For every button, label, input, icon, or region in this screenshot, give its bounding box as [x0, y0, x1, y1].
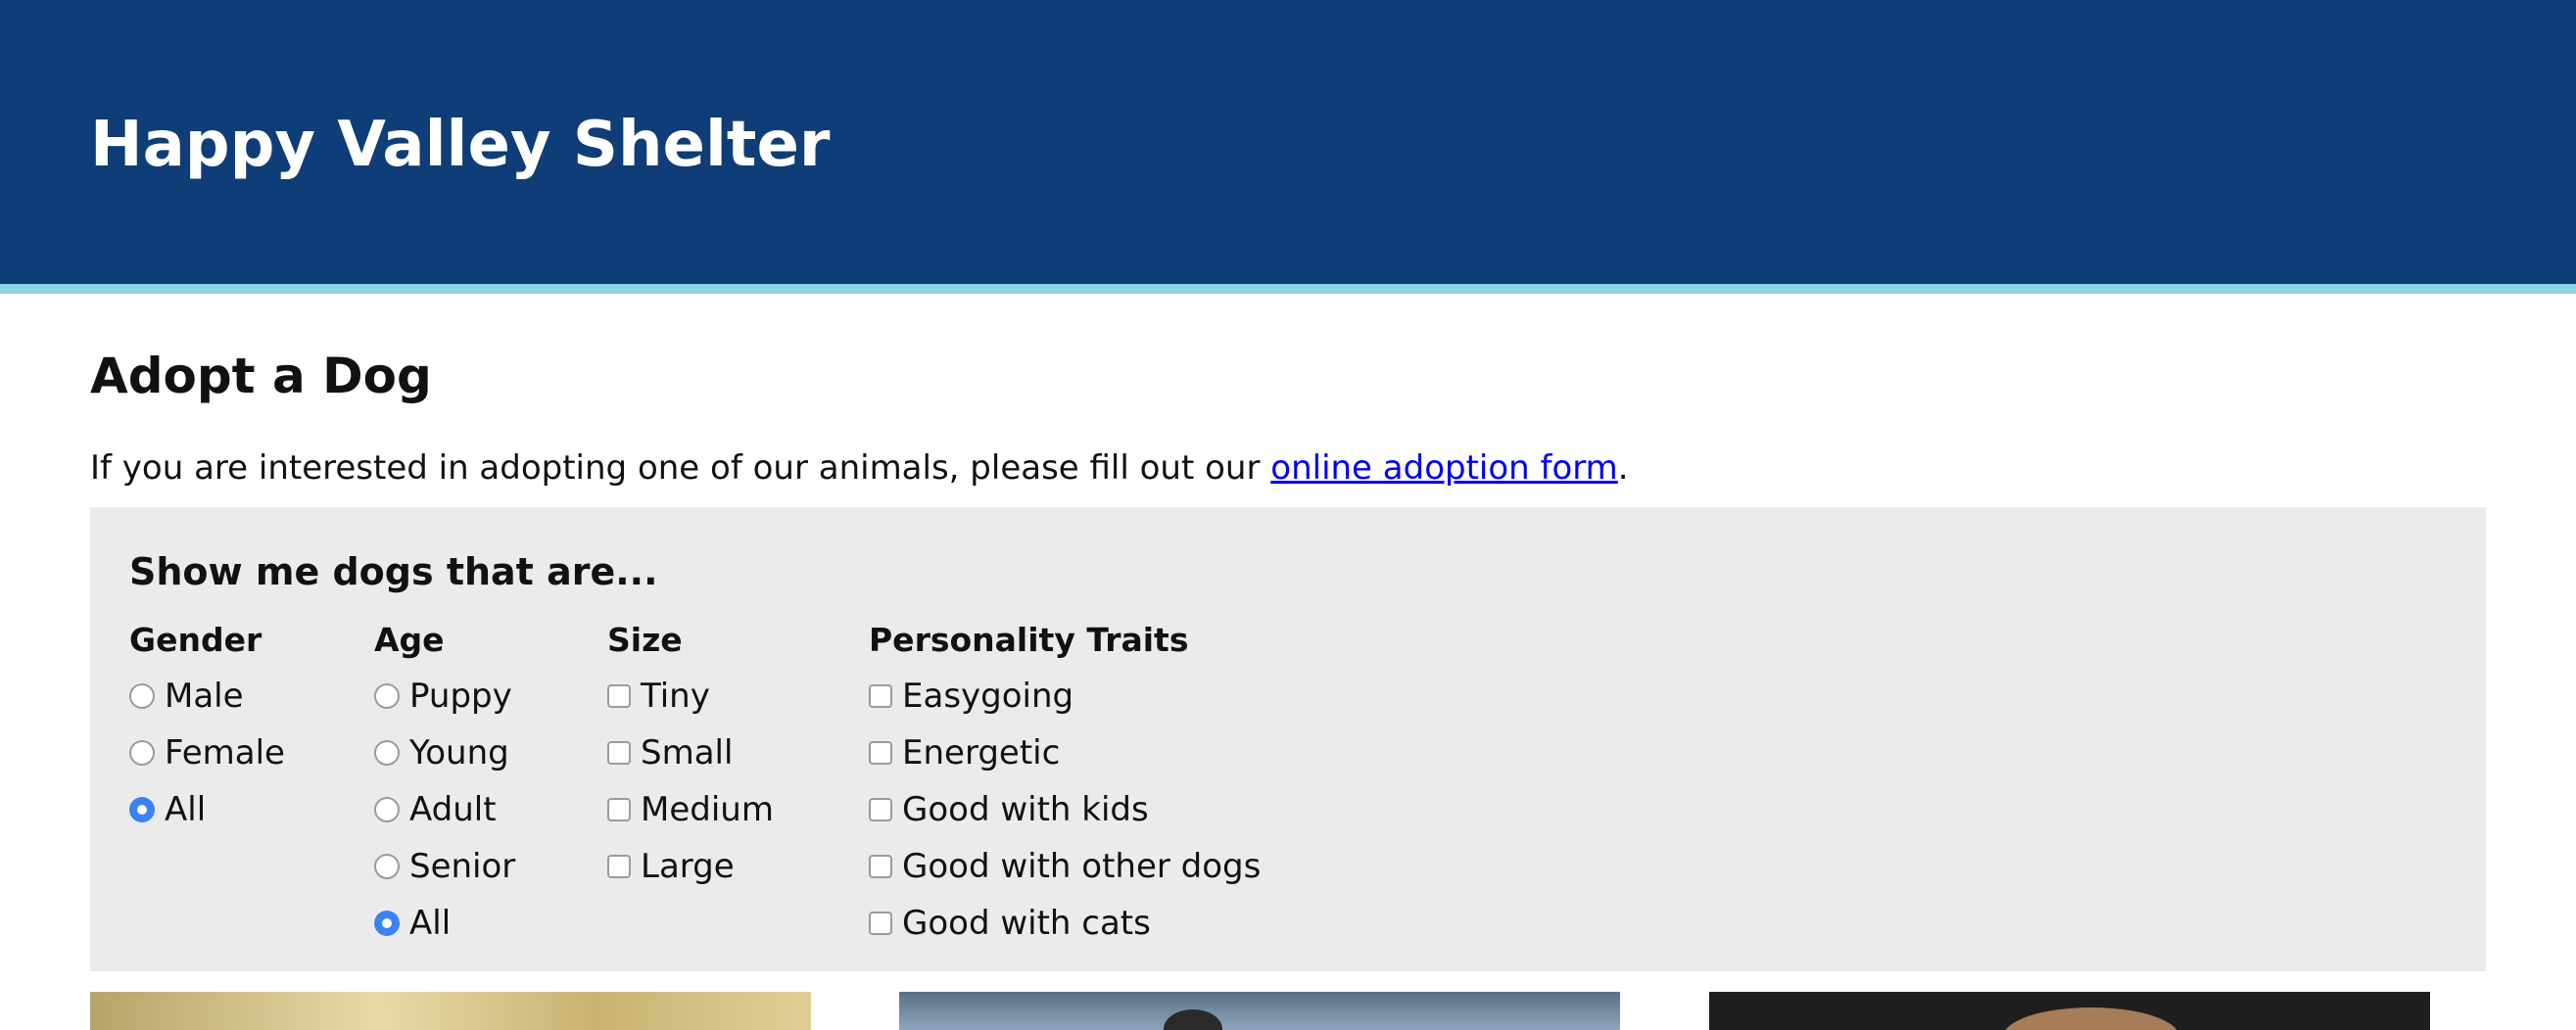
gender-option-female[interactable]: Female [129, 725, 285, 781]
gender-filter-group: Gender Male Female All [129, 617, 285, 838]
option-label: Large [641, 847, 735, 886]
intro-text-before: If you are interested in adopting one of… [90, 448, 1271, 488]
size-filter-group: Size Tiny Small Medium Large [607, 617, 774, 895]
radio-button[interactable] [129, 740, 155, 766]
trait-option-good-with-other-dogs[interactable]: Good with other dogs [869, 838, 1261, 895]
checkbox[interactable] [869, 798, 892, 821]
adoption-form-link[interactable]: online adoption form [1270, 448, 1618, 488]
age-option-adult[interactable]: Adult [374, 781, 515, 838]
option-label: Easygoing [902, 677, 1074, 716]
age-label: Age [374, 621, 445, 659]
trait-option-good-with-cats[interactable]: Good with cats [869, 895, 1261, 952]
site-title: Happy Valley Shelter [90, 109, 831, 181]
option-label: Good with cats [902, 904, 1151, 943]
personality-label: Personality Traits [869, 621, 1189, 659]
age-filter-group: Age Puppy Young Adult Senior All [374, 617, 515, 952]
gender-label: Gender [129, 621, 262, 659]
site-header: Happy Valley Shelter [0, 0, 2576, 294]
option-label: Energetic [902, 733, 1061, 772]
option-label: Male [165, 677, 244, 716]
checkbox[interactable] [607, 855, 631, 878]
intro-text-after: . [1617, 448, 1629, 488]
size-option-tiny[interactable]: Tiny [607, 668, 774, 725]
trait-option-good-with-kids[interactable]: Good with kids [869, 781, 1261, 838]
radio-button[interactable] [374, 854, 400, 879]
radio-button[interactable] [374, 683, 400, 709]
size-option-large[interactable]: Large [607, 838, 774, 895]
radio-button[interactable] [374, 740, 400, 766]
checkbox[interactable] [607, 684, 631, 708]
option-label: Tiny [641, 677, 710, 716]
age-option-puppy[interactable]: Puppy [374, 668, 515, 725]
option-label: Adult [409, 790, 497, 829]
page-title: Adopt a Dog [90, 348, 432, 404]
filter-panel: Show me dogs that are... Gender Male Fem… [90, 507, 2486, 971]
option-label: Good with other dogs [902, 847, 1262, 886]
checkbox[interactable] [869, 684, 892, 708]
option-label: All [409, 904, 452, 943]
trait-option-energetic[interactable]: Energetic [869, 725, 1261, 781]
radio-button[interactable] [374, 797, 400, 822]
checkbox[interactable] [607, 741, 631, 765]
dog-silhouette [2003, 1007, 2179, 1030]
option-label: Medium [641, 790, 774, 829]
gender-option-male[interactable]: Male [129, 668, 285, 725]
checkbox[interactable] [869, 741, 892, 765]
trait-option-easygoing[interactable]: Easygoing [869, 668, 1261, 725]
personality-filter-group: Personality Traits Easygoing Energetic G… [869, 617, 1261, 952]
checkbox[interactable] [607, 798, 631, 821]
dog-card-photo[interactable] [90, 992, 811, 1030]
age-option-senior[interactable]: Senior [374, 838, 515, 895]
dog-card-photo[interactable] [899, 992, 1620, 1030]
filter-heading: Show me dogs that are... [129, 550, 658, 593]
checkbox[interactable] [869, 912, 892, 935]
option-label: All [165, 790, 207, 829]
option-label: Female [165, 733, 285, 772]
size-option-small[interactable]: Small [607, 725, 774, 781]
option-label: Senior [409, 847, 516, 886]
radio-button-selected[interactable] [374, 911, 400, 936]
age-option-all[interactable]: All [374, 895, 515, 952]
intro-text: If you are interested in adopting one of… [90, 445, 1629, 492]
option-label: Puppy [409, 677, 512, 716]
size-option-medium[interactable]: Medium [607, 781, 774, 838]
radio-button-selected[interactable] [129, 797, 155, 822]
option-label: Good with kids [902, 790, 1149, 829]
checkbox[interactable] [869, 855, 892, 878]
dog-silhouette [1164, 1009, 1222, 1030]
option-label: Young [409, 733, 509, 772]
gender-option-all[interactable]: All [129, 781, 285, 838]
radio-button[interactable] [129, 683, 155, 709]
dog-card-photo[interactable] [1709, 992, 2430, 1030]
option-label: Small [641, 733, 734, 772]
size-label: Size [607, 621, 683, 659]
age-option-young[interactable]: Young [374, 725, 515, 781]
